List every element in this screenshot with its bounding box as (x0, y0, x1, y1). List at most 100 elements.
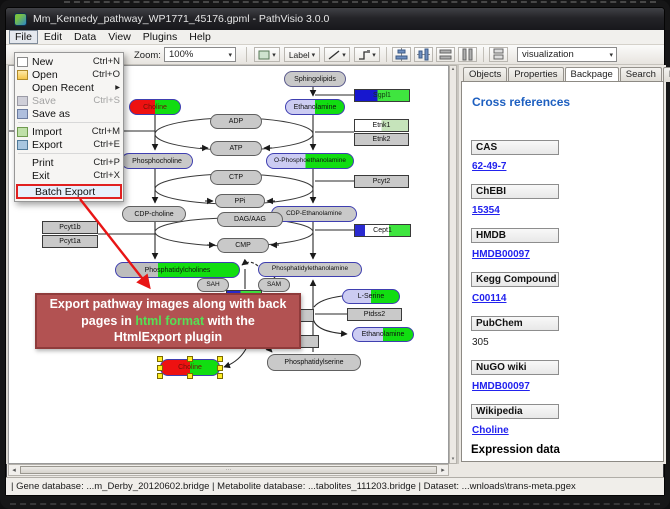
pathway-node-cdp-choline[interactable]: CDP-choline (122, 206, 186, 222)
xref-link[interactable]: Choline (472, 425, 509, 436)
pathway-node-ctp[interactable]: CTP (210, 170, 262, 185)
window-title: Mm_Kennedy_pathway_WP1771_45176.gpml - P… (33, 13, 329, 25)
xref-link[interactable]: HMDB00097 (472, 381, 530, 392)
stack-button[interactable] (489, 47, 508, 62)
toolbar-separator (386, 47, 387, 62)
selection-handle[interactable] (157, 356, 163, 362)
file-menu-item-import[interactable]: ImportCtrl+M (15, 125, 123, 138)
xref-section-header: NuGO wiki (471, 360, 559, 375)
xref-value: 305 (472, 337, 489, 348)
selection-handle[interactable] (187, 373, 193, 379)
file-menu-item-export[interactable]: ExportCtrl+E (15, 138, 123, 151)
callout-line-1: Export pathway images along with back (37, 296, 299, 313)
file-menu-item-batch-export[interactable]: Batch Export (16, 184, 122, 199)
tab-objects[interactable]: Objects (463, 67, 507, 82)
selection-handle[interactable] (157, 365, 163, 371)
file-menu-item-open-recent[interactable]: Open Recent▸ (15, 81, 123, 94)
chevron-down-icon: ▾ (609, 51, 613, 59)
pathway-node-cmp[interactable]: CMP (217, 238, 269, 253)
file-menu-item-new[interactable]: NewCtrl+N (15, 55, 123, 68)
pathvisio-window: Mm_Kennedy_pathway_WP1771_45176.gpml - P… (5, 7, 665, 496)
menubar-item-help[interactable]: Help (183, 30, 217, 44)
insert-datanode-button[interactable]: ▾ (254, 47, 280, 62)
scrollbar-thumb[interactable]: ··· (20, 466, 437, 474)
scroll-up-icon[interactable]: ▴ (450, 67, 456, 72)
xref-link[interactable]: C00114 (472, 293, 506, 304)
pathway-node-phosphatidylserine[interactable]: Phosphatidylserine (267, 354, 361, 371)
xref-section-header: PubChem (471, 316, 559, 331)
menubar-item-view[interactable]: View (102, 30, 137, 44)
pathway-node-atp[interactable]: ATP (210, 141, 262, 156)
toolbar-separator (246, 47, 247, 62)
save-as-icon (17, 109, 28, 119)
insert-connector-button[interactable]: ▾ (354, 47, 380, 62)
selection-handle[interactable] (217, 373, 223, 379)
xref-link[interactable]: 15354 (472, 205, 500, 216)
selection-handle[interactable] (157, 373, 163, 379)
file-menu-item-save-as[interactable]: Save as (15, 107, 123, 120)
pathway-node-pcyt1b[interactable]: Pcyt1b (42, 221, 98, 234)
pathway-node-choline-top[interactable]: Choline (129, 99, 181, 115)
scroll-left-icon[interactable]: ◂ (9, 466, 19, 474)
insert-label-button[interactable]: Label ▾ (284, 47, 320, 62)
status-bar: | Gene database: ...m_Derby_20120602.bri… (6, 477, 664, 495)
scroll-right-icon[interactable]: ▸ (438, 466, 448, 474)
pathway-node-etnk2[interactable]: Etnk2 (354, 133, 409, 146)
xref-link[interactable]: 62-49-7 (472, 161, 506, 172)
menubar-item-data[interactable]: Data (68, 30, 102, 44)
pathway-node-ptdss2[interactable]: Ptdss2 (347, 308, 402, 321)
pathway-node-ethanolamine-bottom[interactable]: Ethanolamine (352, 327, 414, 342)
file-menu-item-open[interactable]: OpenCtrl+O (15, 68, 123, 81)
visualization-combobox[interactable]: visualization ▾ (517, 47, 617, 62)
pathway-node-ethanolamine-top[interactable]: Ethanolamine (285, 99, 345, 115)
distribute-horizontal-button[interactable] (436, 47, 455, 62)
vertical-scrollbar[interactable]: ▴ ▾ (449, 65, 457, 464)
xref-link[interactable]: HMDB00097 (472, 249, 530, 260)
zoom-combobox[interactable]: 100% ▾ (164, 47, 236, 62)
file-menu-item-save[interactable]: SaveCtrl+S (15, 94, 123, 107)
scroll-down-icon[interactable]: ▾ (450, 457, 456, 462)
menubar-item-edit[interactable]: Edit (38, 30, 68, 44)
pathway-node-pcyt2[interactable]: Pcyt2 (354, 175, 409, 188)
selection-handle[interactable] (217, 365, 223, 371)
frame-dashed-bottom (10, 503, 660, 505)
pathway-node-phosphatidylcholines[interactable]: Phosphatidylcholines (115, 262, 240, 278)
align-middle-button[interactable] (414, 47, 433, 62)
insert-line-button[interactable]: ▾ (324, 47, 350, 62)
tab-search[interactable]: Search (620, 67, 662, 82)
distribute-vertical-button[interactable] (458, 47, 477, 62)
pathway-node-sgpl1[interactable]: Sgpl1 (354, 89, 410, 102)
horizontal-scrollbar[interactable]: ◂ ··· ▸ (8, 464, 449, 476)
pathway-node-sah[interactable]: SAH (197, 278, 229, 292)
menubar-item-plugins[interactable]: Plugins (137, 30, 183, 44)
pathway-node-phosphatidylethanolamine[interactable]: Phosphatidylethanolamine (258, 262, 362, 277)
pathway-node-o-phosphoethanolamine[interactable]: O-Phosphoethanolamine (266, 153, 354, 169)
pathway-node-cept1[interactable]: Cept1 (354, 224, 411, 237)
pathway-node-pcyt1a[interactable]: Pcyt1a (42, 235, 98, 248)
pathway-node-phosphocholine[interactable]: Phosphocholine (121, 153, 193, 169)
menu-item-shortcut: Ctrl+P (93, 157, 120, 168)
pathway-node-sam[interactable]: SAM (258, 278, 290, 292)
pathway-node-cdp-ethanolamine[interactable]: CDP-Ethanolamine (271, 206, 357, 222)
file-menu-item-print[interactable]: PrintCtrl+P (15, 156, 123, 169)
pathway-node-ppi[interactable]: PPi (215, 194, 265, 208)
menu-item-label: Batch Export (35, 186, 114, 198)
selection-handle[interactable] (217, 356, 223, 362)
screenshot-frame: Mm_Kennedy_pathway_WP1771_45176.gpml - P… (0, 0, 670, 509)
tab-legend[interactable]: Legend (663, 67, 670, 82)
menu-item-label: Print (32, 157, 90, 169)
pathway-node-adp[interactable]: ADP (210, 114, 262, 129)
new-file-icon (17, 57, 28, 67)
tab-properties[interactable]: Properties (508, 67, 563, 82)
menubar-item-file[interactable]: File (9, 30, 38, 44)
pathway-node-l-serine[interactable]: L-Serine (342, 289, 400, 304)
pathway-node-etnk1[interactable]: Etnk1 (354, 119, 409, 132)
menu-item-label: Export (32, 139, 90, 151)
selection-handle[interactable] (187, 356, 193, 362)
menu-item-label: Open (32, 69, 89, 81)
file-menu-item-exit[interactable]: ExitCtrl+X (15, 169, 123, 182)
align-center-button[interactable] (392, 47, 411, 62)
pathway-node-dag-aag[interactable]: DAG/AAG (217, 212, 283, 227)
pathway-node-sphingolipids[interactable]: Sphingolipids (284, 71, 346, 87)
tab-backpage[interactable]: Backpage (565, 67, 619, 82)
